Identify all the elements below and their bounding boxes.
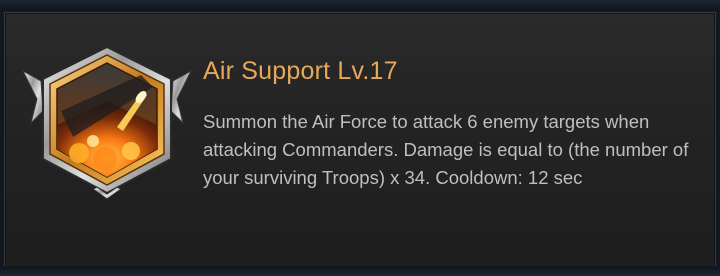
top-border (0, 0, 720, 10)
air-support-skill-icon[interactable] (21, 41, 193, 205)
skill-tooltip-frame: Air Support Lv.17 Summon the Air Force t… (0, 0, 720, 276)
skill-description: Summon the Air Force to attack 6 enemy t… (203, 111, 689, 188)
skill-title: Air Support Lv.17 (203, 57, 398, 85)
skill-info-panel: Air Support Lv.17 Summon the Air Force t… (4, 12, 716, 268)
bottom-border (0, 266, 720, 276)
